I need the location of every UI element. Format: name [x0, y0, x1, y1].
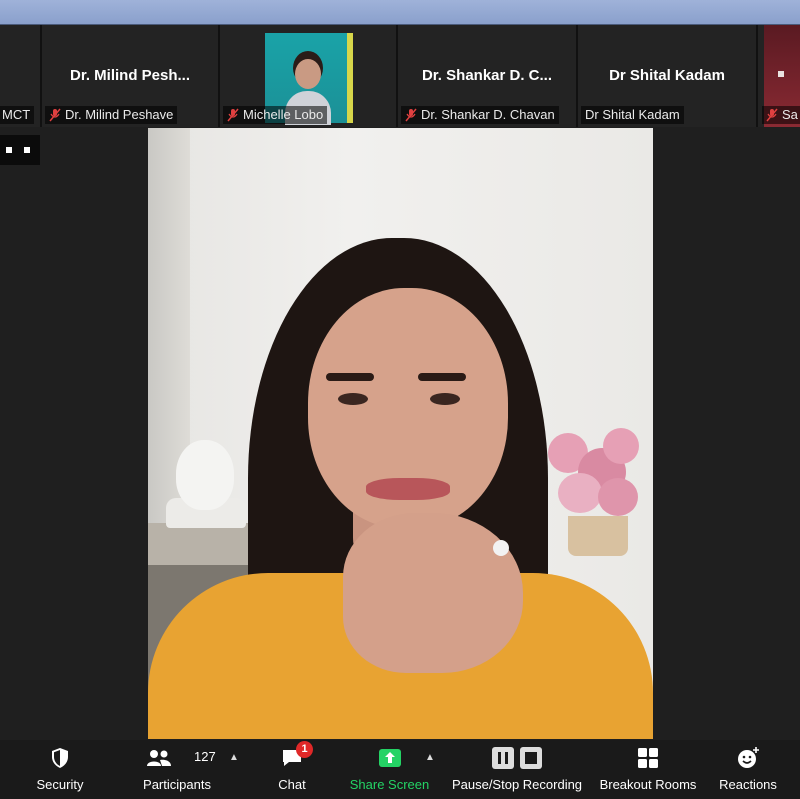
participant-tile-shankar-chavan[interactable]: Dr. Shankar D. C... Dr. Shankar D. Chava… [398, 25, 578, 127]
participant-name-label: Dr. Milind Peshave [45, 106, 178, 124]
share-screen-icon [378, 749, 401, 767]
participant-name: Dr Shital Kadam [585, 107, 680, 122]
security-label: Security [36, 777, 84, 792]
chat-label: Chat [278, 777, 306, 792]
participant-name: MCT [2, 107, 31, 122]
reactions-label: Reactions [719, 777, 777, 792]
participant-name-label: Sa [762, 106, 800, 124]
participant-tile-milind-peshave[interactable]: Dr. Milind Pesh... Dr. Milind Peshave [42, 25, 220, 127]
muted-mic-icon [766, 108, 778, 122]
shield-icon [52, 748, 68, 768]
participants-label: Participants [143, 777, 211, 792]
share-screen-label: Share Screen [349, 777, 430, 792]
participant-name: Dr. Milind Peshave [65, 107, 174, 122]
buddha-statue [176, 440, 234, 510]
recording-label: Pause/Stop Recording [451, 777, 583, 792]
participant-tile-partial[interactable]: Sa [758, 25, 800, 127]
participant-display-name: Dr Shital Kadam [609, 67, 725, 84]
participants-count: 127 [194, 749, 216, 764]
participant-display-name: Dr. Shankar D. C... [421, 67, 553, 84]
pause-stop-recording-button[interactable]: Pause/Stop Recording [448, 740, 586, 799]
participants-options-caret[interactable]: ▲ [229, 752, 239, 763]
participants-button[interactable]: 127 Participants [132, 740, 222, 799]
window-title-bar [0, 0, 800, 25]
muted-mic-icon [227, 108, 239, 122]
reactions-smiley-icon [738, 747, 759, 768]
participant-tile-mct[interactable]: MCT [0, 25, 42, 127]
participant-name: Sa [782, 107, 798, 122]
participant-name-label: Dr. Shankar D. Chavan [401, 106, 559, 124]
security-button[interactable]: Security [20, 740, 100, 799]
participant-name: Dr. Shankar D. Chavan [421, 107, 555, 122]
reactions-button[interactable]: Reactions [712, 740, 784, 799]
meeting-controls-toolbar: Security 127 Participants ▲ 1 Chat Share… [0, 740, 800, 799]
pause-stop-icon [492, 747, 542, 769]
share-options-caret[interactable]: ▲ [425, 752, 435, 763]
participant-display-name: Dr. Milind Pesh... [69, 67, 191, 84]
participant-name-label: Michelle Lobo [223, 106, 328, 124]
view-options-button[interactable] [0, 135, 40, 165]
participant-name-label: Dr Shital Kadam [581, 106, 684, 124]
muted-mic-icon [49, 108, 61, 122]
participant-name: Michelle Lobo [243, 107, 324, 122]
chat-unread-badge: 1 [296, 741, 313, 758]
participant-gallery-strip: MCT Dr. Milind Pesh... Dr. Milind Peshav… [0, 25, 800, 127]
active-speaker-video [148, 128, 653, 739]
share-screen-button[interactable]: Share Screen [342, 740, 437, 799]
breakout-rooms-label: Breakout Rooms [599, 777, 697, 792]
chat-button[interactable]: 1 Chat [252, 740, 332, 799]
participant-name-label: MCT [0, 106, 35, 124]
participants-icon [147, 750, 171, 766]
breakout-rooms-button[interactable]: Breakout Rooms [596, 740, 700, 799]
participant-tile-shital-kadam[interactable]: Dr Shital Kadam Dr Shital Kadam [578, 25, 758, 127]
participant-tile-michelle-lobo[interactable]: Michelle Lobo [220, 25, 398, 127]
breakout-rooms-icon [638, 748, 658, 768]
muted-mic-icon [405, 108, 417, 122]
